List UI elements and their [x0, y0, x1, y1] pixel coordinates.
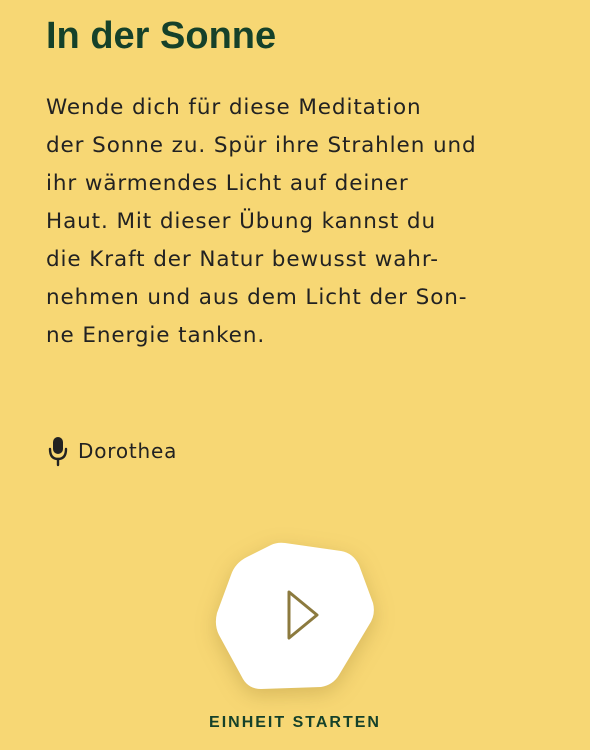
description-line: nehmen und aus dem Licht der Son-: [46, 285, 468, 310]
description-line: die Kraft der Natur bewusst wahr-: [46, 247, 439, 272]
description-line: Wende dich für diese Meditation: [46, 95, 422, 120]
description-line: ihr wärmendes Licht auf deiner: [46, 171, 409, 196]
description: Wende dich für diese Meditation der Sonn…: [46, 89, 556, 355]
microphone-icon: [46, 434, 70, 468]
description-line: Haut. Mit dieser Übung kannst du: [46, 209, 436, 234]
play-button[interactable]: [213, 539, 377, 691]
narrator-name: Dorothea: [78, 439, 178, 463]
page-title: In der Sonne: [46, 15, 277, 57]
narrator-info: Dorothea: [46, 434, 177, 468]
description-line: ne Energie tanken.: [46, 323, 266, 348]
description-line: der Sonne zu. Spür ihre Strahlen und: [46, 133, 477, 158]
start-unit-label[interactable]: EINHEIT STARTEN: [0, 714, 590, 732]
